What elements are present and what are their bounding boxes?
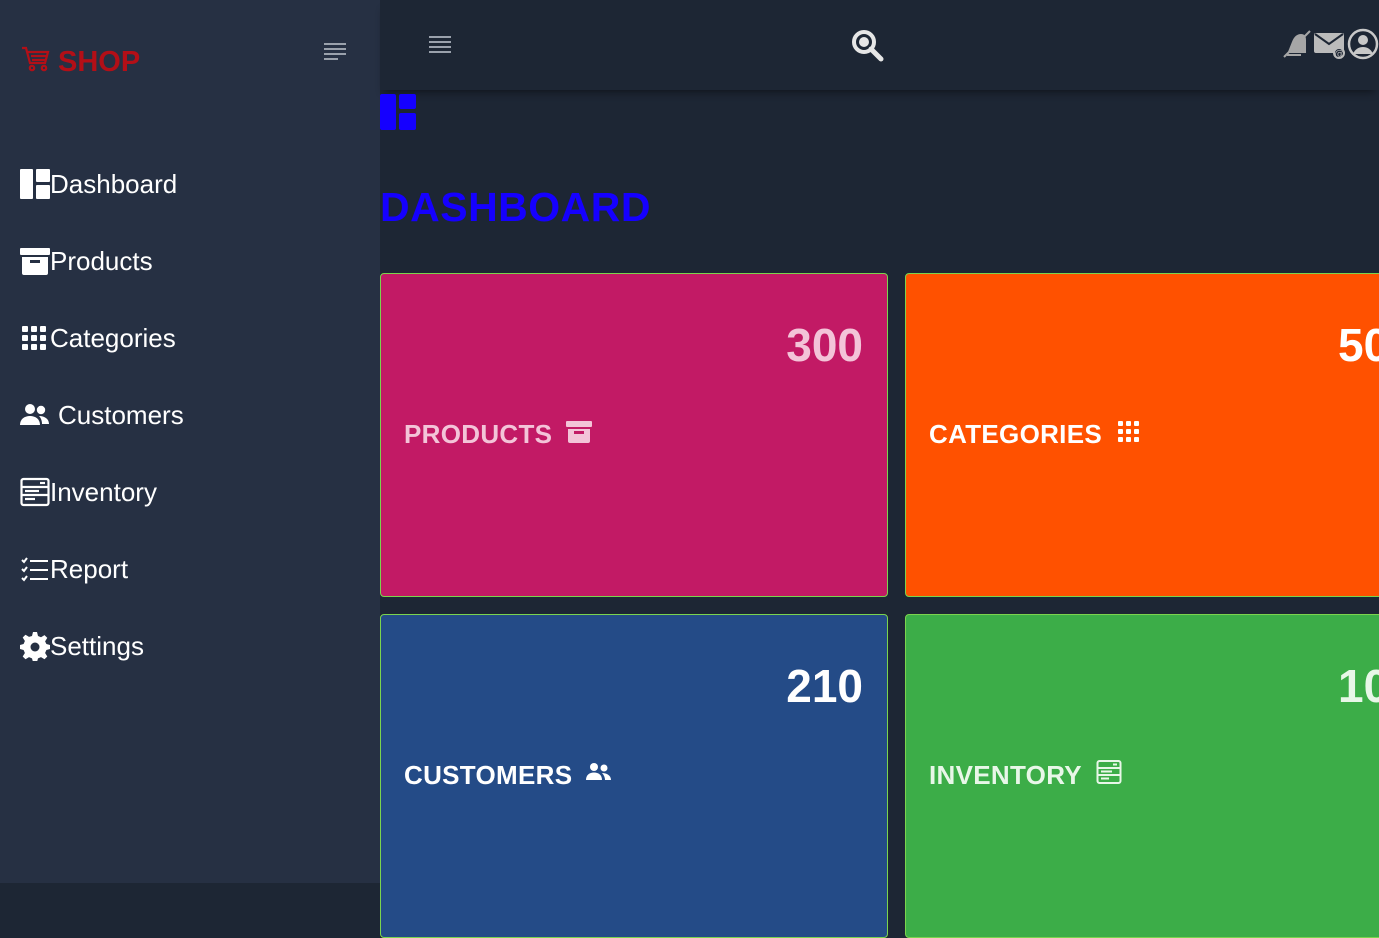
people-icon xyxy=(20,399,58,431)
sidebar-item-categories[interactable]: Categories xyxy=(20,314,184,362)
dashboard-icon xyxy=(380,94,418,132)
card-value: 210 xyxy=(786,660,863,712)
people-icon xyxy=(586,759,612,792)
inventory-icon xyxy=(20,476,50,508)
gear-icon xyxy=(20,630,50,662)
notification-off-icon[interactable] xyxy=(1281,28,1313,60)
hamburger-icon[interactable] xyxy=(428,34,452,56)
card-label-row: INVENTORY xyxy=(929,759,1122,792)
sidebar-item-label: Report xyxy=(50,553,129,584)
sidebar-item-label: Dashboard xyxy=(50,168,178,199)
card-value: 10 xyxy=(1338,660,1379,712)
sidebar-item-label: Products xyxy=(50,245,153,276)
sidebar-item-settings[interactable]: Settings xyxy=(20,622,184,670)
card-label: INVENTORY xyxy=(929,760,1082,790)
brand[interactable]: SHOP xyxy=(20,42,140,82)
sidebar-item-label: Inventory xyxy=(50,476,157,507)
card-value: 50 xyxy=(1338,319,1379,371)
sidebar-item-customers[interactable]: Customers xyxy=(20,391,184,439)
card-label: PRODUCTS xyxy=(404,419,553,449)
sidebar-item-dashboard[interactable]: Dashboard xyxy=(20,160,184,208)
dashboard-icon xyxy=(20,168,50,200)
top-header: @ xyxy=(380,0,1379,90)
search-icon[interactable] xyxy=(850,28,884,62)
brand-name: SHOP xyxy=(58,45,141,78)
sidebar-toggle-icon[interactable] xyxy=(322,40,348,62)
sidebar-item-label: Categories xyxy=(50,322,176,353)
sidebar-item-label: Settings xyxy=(50,630,144,661)
account-icon[interactable] xyxy=(1347,28,1379,60)
card-label: CUSTOMERS xyxy=(404,760,573,790)
sidebar-item-label: Customers xyxy=(58,399,184,430)
page-title: DASHBOARD xyxy=(380,184,651,230)
card-value: 300 xyxy=(786,319,863,371)
sidebar-item-report[interactable]: Report xyxy=(20,545,184,593)
card-label-row: CATEGORIES xyxy=(929,418,1142,451)
card-label-row: CUSTOMERS xyxy=(404,759,612,792)
card-products[interactable]: 300 PRODUCTS xyxy=(380,273,888,597)
grid-icon xyxy=(1116,418,1142,451)
archive-icon xyxy=(20,245,50,277)
sidebar-menu: Dashboard Products Categories Customers xyxy=(20,160,184,699)
inventory-icon xyxy=(1096,759,1122,792)
card-inventory[interactable]: 10 INVENTORY xyxy=(905,614,1379,938)
card-customers[interactable]: 210 CUSTOMERS xyxy=(380,614,888,938)
email-icon[interactable]: @ xyxy=(1313,28,1347,60)
cart-icon xyxy=(20,42,52,82)
sidebar: SHOP Dashboard Products Categories Custo… xyxy=(0,0,380,883)
sidebar-item-products[interactable]: Products xyxy=(20,237,184,285)
header-actions: @ xyxy=(1281,28,1379,60)
card-label-row: PRODUCTS xyxy=(404,418,593,451)
card-label: CATEGORIES xyxy=(929,419,1102,449)
archive-icon xyxy=(566,418,593,451)
card-categories[interactable]: 50 CATEGORIES xyxy=(905,273,1379,597)
grid-icon xyxy=(20,322,50,354)
list-check-icon xyxy=(20,553,50,585)
sidebar-item-inventory[interactable]: Inventory xyxy=(20,468,184,516)
svg-text:@: @ xyxy=(1335,49,1345,60)
